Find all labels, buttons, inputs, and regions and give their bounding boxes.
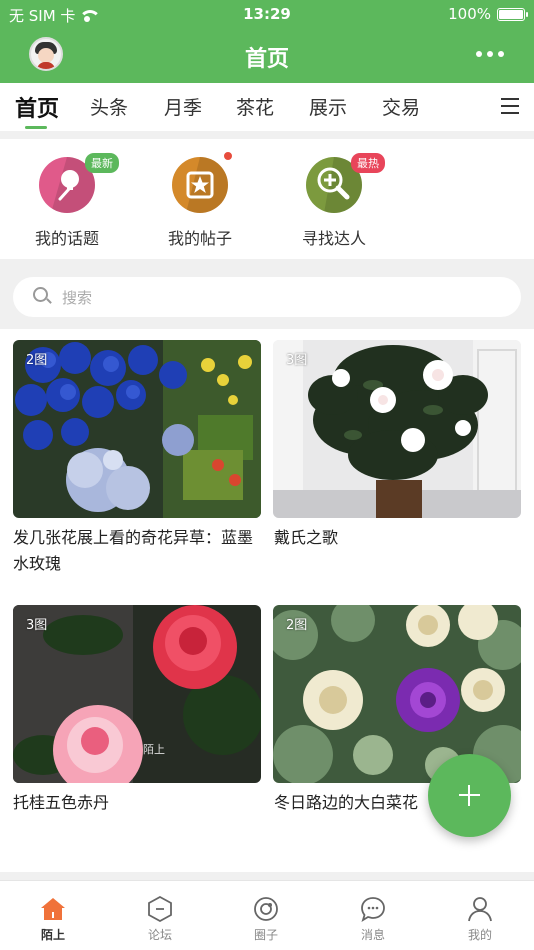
image-count: 2图 <box>286 618 308 633</box>
bottom-nav: 陌上 论坛 圈子 消息 我的 <box>0 880 534 950</box>
message-icon <box>360 896 386 922</box>
post-title[interactable]: 托桂五色赤丹 <box>13 790 261 816</box>
nav-forum[interactable]: 论坛 <box>107 881 213 950</box>
battery-percent: 100% <box>448 5 491 23</box>
tab-trade[interactable]: 交易 <box>382 93 420 120</box>
home-icon <box>40 896 66 922</box>
create-post-button[interactable] <box>428 754 511 837</box>
nav-profile[interactable]: 我的 <box>427 881 533 950</box>
hot-badge: 最热 <box>351 153 385 173</box>
circle-icon <box>253 896 279 922</box>
status-bar: 无 SIM 卡 13:29 100% <box>0 0 534 28</box>
quick-find-experts-label: 寻找达人 <box>301 229 366 248</box>
tab-camellia[interactable]: 茶花 <box>236 93 274 120</box>
search-placeholder: 搜索 <box>62 289 93 307</box>
page-title: 首页 <box>244 47 289 72</box>
active-tab-indicator <box>25 126 47 129</box>
nav-circle[interactable]: 圈子 <box>213 881 319 950</box>
post-image[interactable]: 3图 <box>273 340 521 518</box>
post-title[interactable]: 戴氏之歌 <box>274 525 522 551</box>
tab-headlines[interactable]: 头条 <box>90 93 128 120</box>
nav-messages[interactable]: 消息 <box>320 881 426 950</box>
post-image[interactable]: 陌上 3图 <box>13 605 261 783</box>
search-icon <box>33 287 52 305</box>
nav-forum-label: 论坛 <box>147 928 172 942</box>
nav-circle-label: 圈子 <box>253 928 278 942</box>
tab-showcase[interactable]: 展示 <box>309 93 347 120</box>
app-header: 无 SIM 卡 13:29 100% 首页 <box>0 0 534 83</box>
nav-home-label: 陌上 <box>40 928 65 942</box>
user-icon <box>467 896 493 922</box>
star-icon <box>172 157 228 213</box>
tab-home[interactable]: 首页 <box>15 91 59 123</box>
quick-my-posts-label: 我的帖子 <box>167 229 232 248</box>
svg-text:陌上: 陌上 <box>143 743 165 756</box>
nav-home[interactable]: 陌上 <box>0 881 106 950</box>
image-count: 3图 <box>26 618 48 633</box>
quick-actions: 我的话题 最新 我的帖子 寻找达人 最热 <box>0 139 534 259</box>
battery-icon <box>497 7 528 21</box>
notification-dot <box>222 150 234 162</box>
forum-icon <box>147 895 173 923</box>
image-count: 3图 <box>286 353 308 368</box>
category-tabs: 首页 头条 月季 茶花 展示 交易 <box>0 83 534 131</box>
new-badge: 最新 <box>85 153 119 173</box>
tab-rose[interactable]: 月季 <box>164 93 202 120</box>
nav-profile-label: 我的 <box>467 928 492 942</box>
post-title[interactable]: 发几张花展上看的奇花异草：蓝墨水玫瑰 <box>13 525 261 577</box>
more-icon[interactable] <box>476 51 504 57</box>
search-input[interactable]: 搜索 <box>13 277 521 317</box>
quick-my-posts[interactable]: 我的帖子 <box>145 157 255 249</box>
menu-icon[interactable] <box>501 98 519 114</box>
quick-my-topics-label: 我的话题 <box>34 229 99 248</box>
post-image[interactable]: 2图 <box>13 340 261 518</box>
image-count: 2图 <box>26 353 48 368</box>
nav-messages-label: 消息 <box>360 928 385 942</box>
